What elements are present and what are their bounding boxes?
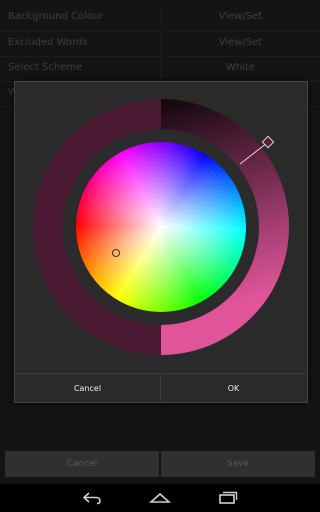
- recent-apps-icon: [219, 491, 238, 504]
- back-button[interactable]: [72, 488, 112, 508]
- wheel-saturation-overlay: [76, 142, 246, 312]
- home-icon: [149, 492, 171, 503]
- color-picker-dialog: Cancel OK: [14, 81, 308, 403]
- back-icon: [82, 492, 101, 505]
- dialog-button-bar: Cancel OK: [15, 373, 307, 403]
- color-picker: [15, 82, 307, 372]
- bottom-actions: Cancel Save: [5, 451, 315, 477]
- navigation-bar: [0, 484, 320, 512]
- hue-handle-icon[interactable]: [261, 135, 275, 149]
- home-button[interactable]: [140, 488, 180, 508]
- dialog-cancel-button[interactable]: Cancel: [15, 374, 160, 403]
- save-button[interactable]: Save: [161, 451, 315, 477]
- color-picker-canvas: [33, 99, 289, 355]
- cancel-button[interactable]: Cancel: [5, 451, 159, 477]
- dialog-ok-button[interactable]: OK: [161, 374, 306, 403]
- recent-apps-button[interactable]: [208, 488, 248, 508]
